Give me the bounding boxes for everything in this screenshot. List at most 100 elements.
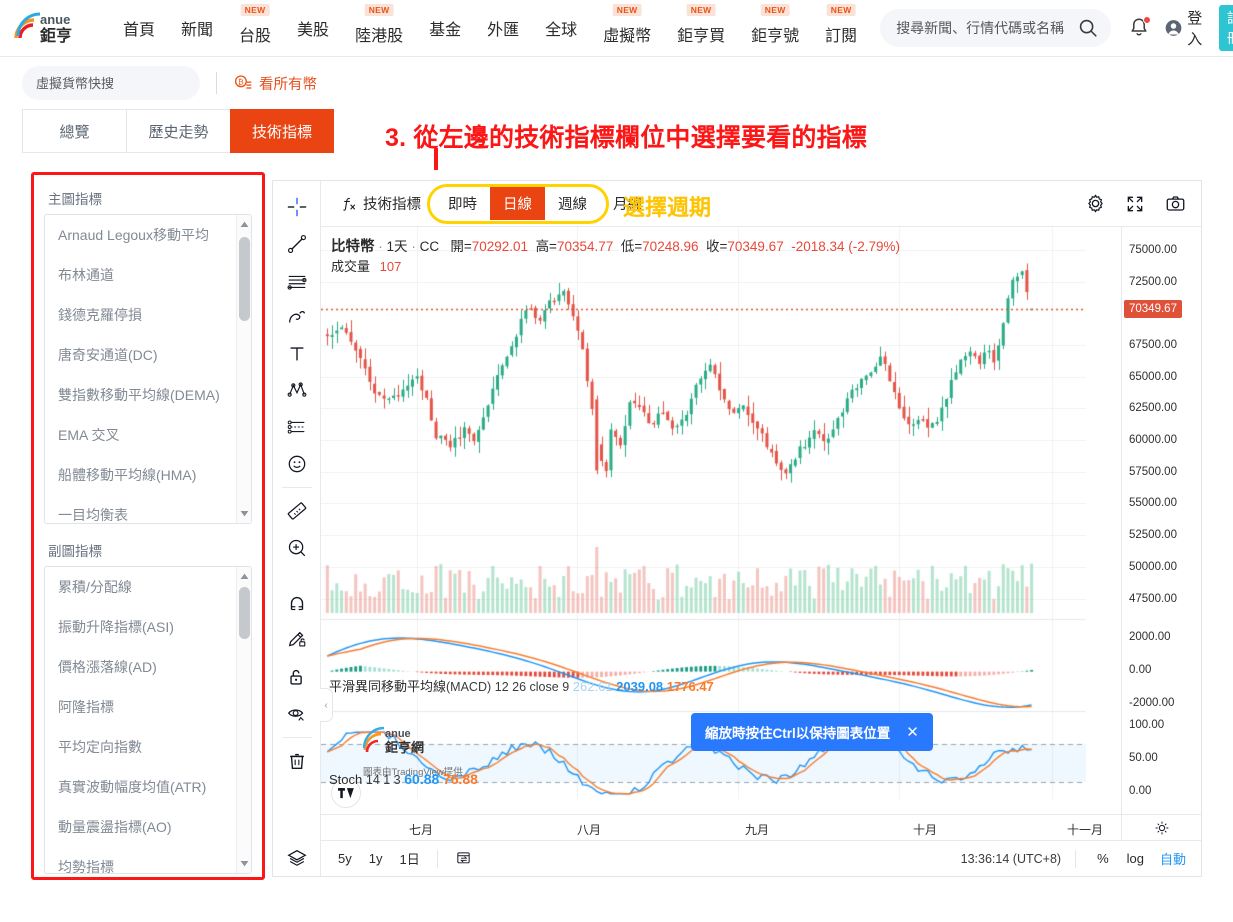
sub-indicator-item[interactable]: 阿隆指標 <box>45 687 235 727</box>
brush-tool[interactable] <box>278 299 316 336</box>
main-indicator-item[interactable]: 船體移動平均線(HMA) <box>45 455 235 495</box>
sub-indicator-item[interactable]: 累積/分配線 <box>45 567 235 607</box>
crosshair-tool[interactable] <box>278 189 316 226</box>
nav-item-1[interactable]: 新聞 <box>168 0 226 57</box>
scroll-down-icon[interactable] <box>237 506 251 521</box>
nav-item-3[interactable]: 美股 <box>284 0 342 57</box>
search-input[interactable] <box>896 20 1078 36</box>
main-indicator-scrollarea[interactable]: Arnaud Legoux移動平均 布林通道 錢德克羅停損 唐奇安通道(DC) 雙指數移… <box>45 215 251 523</box>
chart-settings-button[interactable] <box>1075 187 1115 221</box>
object-tree-tool[interactable] <box>278 839 316 876</box>
sub-list-scrollbar[interactable] <box>236 567 251 873</box>
scrollbar-thumb[interactable] <box>239 587 250 639</box>
scroll-down-icon[interactable] <box>237 856 251 871</box>
nav-item-4[interactable]: NEW 陸港股 <box>342 0 416 57</box>
sub-indicator-list[interactable]: 累積/分配線 振動升降指標(ASI) 價格漲落線(AD) 阿隆指標 平均定向指數 真實波動… <box>44 566 252 874</box>
main-indicator-item[interactable]: 唐奇安通道(DC) <box>45 335 235 375</box>
sub-indicator-scrollarea[interactable]: 累積/分配線 振動升降指標(ASI) 價格漲落線(AD) 阿隆指標 平均定向指數 真實波動… <box>45 567 251 873</box>
fullscreen-button[interactable] <box>1115 187 1155 221</box>
log-scale-button[interactable]: log <box>1120 848 1151 869</box>
time-axis[interactable]: 七月 八月 九月 十月 十一月 <box>321 814 1201 840</box>
main-indicator-item[interactable]: 錢德克羅停損 <box>45 295 235 335</box>
lock-tool[interactable] <box>278 659 316 696</box>
tab-2[interactable]: 技術指標 <box>230 109 334 153</box>
sub-indicator-item[interactable]: 振動升降指標(ASI) <box>45 607 235 647</box>
sub-indicator-item[interactable]: 動量震盪指標(AO) <box>45 807 235 847</box>
stoch-k-value: 60.88 <box>404 771 440 787</box>
fibonacci-tool[interactable] <box>278 262 316 299</box>
price-axis[interactable]: 75000.00 72500.00 67500.00 65000.00 62500.00… <box>1121 227 1201 814</box>
nav-item-8[interactable]: NEW 虛擬幣 <box>590 0 664 57</box>
annotation-pointer <box>434 148 438 170</box>
scroll-up-icon[interactable] <box>237 217 251 232</box>
text-tool[interactable] <box>278 336 316 373</box>
chart-body[interactable]: 比特幣 · 1天 · CC 開=70292.01 高=70354.77 低=70… <box>320 227 1201 814</box>
main-indicator-item[interactable]: 一目均衡表 <box>45 495 235 523</box>
period-2[interactable]: 週線 <box>545 187 600 220</box>
nav-item-label: 訂閱 <box>825 28 858 45</box>
forecast-tool[interactable] <box>278 409 316 446</box>
pattern-tool[interactable] <box>278 372 316 409</box>
function-icon <box>343 197 356 211</box>
auto-scale-button[interactable]: 自動 <box>1155 846 1191 871</box>
main-list-scrollbar[interactable] <box>236 215 251 523</box>
search-icon[interactable] <box>1077 17 1099 39</box>
main-indicator-item[interactable]: EMA 交叉 <box>45 415 235 455</box>
main-indicator-list[interactable]: Arnaud Legoux移動平均 布林通道 錢德克羅停損 唐奇安通道(DC) 雙指數移… <box>44 214 252 524</box>
nav-item-10[interactable]: NEW 鉅亨號 <box>738 0 812 57</box>
close-icon[interactable]: ✕ <box>906 723 919 741</box>
nav-item-7[interactable]: 全球 <box>532 0 590 57</box>
delete-drawings-tool[interactable] <box>278 743 316 780</box>
date-range-button[interactable] <box>448 846 479 872</box>
register-button[interactable]: 註冊 <box>1218 5 1233 51</box>
nav-item-9[interactable]: NEW 鉅亨買 <box>664 0 738 57</box>
notification-bell[interactable] <box>1127 16 1152 40</box>
tab-0[interactable]: 總覽 <box>22 109 126 153</box>
percent-scale-button[interactable]: % <box>1090 848 1116 869</box>
panel-collapse-handle[interactable]: ‹ <box>320 688 333 722</box>
nav-item-2[interactable]: NEW 台股 <box>226 0 284 57</box>
range-button-1[interactable]: 1y <box>362 848 390 869</box>
anue-logo[interactable]: anue 鉅亨 <box>14 8 94 48</box>
scrollbar-thumb[interactable] <box>239 237 250 321</box>
trendline-tool[interactable] <box>278 226 316 263</box>
login-link[interactable]: 登入 <box>1187 7 1207 49</box>
period-0[interactable]: 即時 <box>435 187 490 220</box>
scroll-up-icon[interactable] <box>237 569 251 584</box>
measure-tool[interactable] <box>278 493 316 530</box>
main-indicator-item[interactable]: Arnaud Legoux移動平均 <box>45 215 235 255</box>
avatar-icon[interactable] <box>1165 15 1182 41</box>
timezone-settings-button[interactable] <box>1121 815 1201 840</box>
nav-item-0[interactable]: 首頁 <box>110 0 168 57</box>
divider <box>1075 849 1077 868</box>
zoom-in-tool[interactable] <box>278 530 316 567</box>
sub-indicator-item[interactable]: 均勢指標 <box>45 847 235 873</box>
tab-1[interactable]: 歷史走勢 <box>126 109 230 153</box>
draw-mode-tool[interactable] <box>278 622 316 659</box>
snapshot-button[interactable] <box>1155 187 1195 221</box>
all-coins-link[interactable]: ₿ 看所有幣 <box>233 73 317 94</box>
main-indicator-item[interactable]: 布林通道 <box>45 255 235 295</box>
account-area: 登入 註冊 <box>1165 5 1233 51</box>
hide-drawings-tool[interactable] <box>278 695 316 732</box>
nav-item-5[interactable]: 基金 <box>416 0 474 57</box>
nav-item-11[interactable]: NEW 訂閱 <box>812 0 870 57</box>
sub-indicator-item[interactable]: 真實波動幅度均值(ATR) <box>45 767 235 807</box>
period-1[interactable]: 日線 <box>490 187 545 220</box>
high-value: 70354.77 <box>556 239 614 254</box>
chart-plot-area[interactable]: 比特幣 · 1天 · CC 開=70292.01 高=70354.77 低=70… <box>320 227 1121 814</box>
coin-search[interactable] <box>22 66 212 100</box>
coin-search-input[interactable] <box>36 75 212 91</box>
range-button-0[interactable]: 5y <box>331 848 359 869</box>
global-search[interactable] <box>880 9 1112 47</box>
emoji-tool[interactable] <box>278 445 316 482</box>
indicator-menu-button[interactable]: 技術指標 <box>331 189 429 218</box>
main-indicator-item[interactable]: 雙指數移動平均線(DEMA) <box>45 375 235 415</box>
range-button-2[interactable]: 1日 <box>392 846 426 871</box>
sub-indicator-item[interactable]: 平均定向指數 <box>45 727 235 767</box>
open-value: 70292.01 <box>471 239 529 254</box>
sub-indicator-item[interactable]: 價格漲落線(AD) <box>45 647 235 687</box>
zoom-hint-tooltip[interactable]: 縮放時按住Ctrl以保持圖表位置 ✕ <box>691 713 933 751</box>
magnet-tool[interactable] <box>278 586 316 623</box>
nav-item-6[interactable]: 外匯 <box>474 0 532 57</box>
